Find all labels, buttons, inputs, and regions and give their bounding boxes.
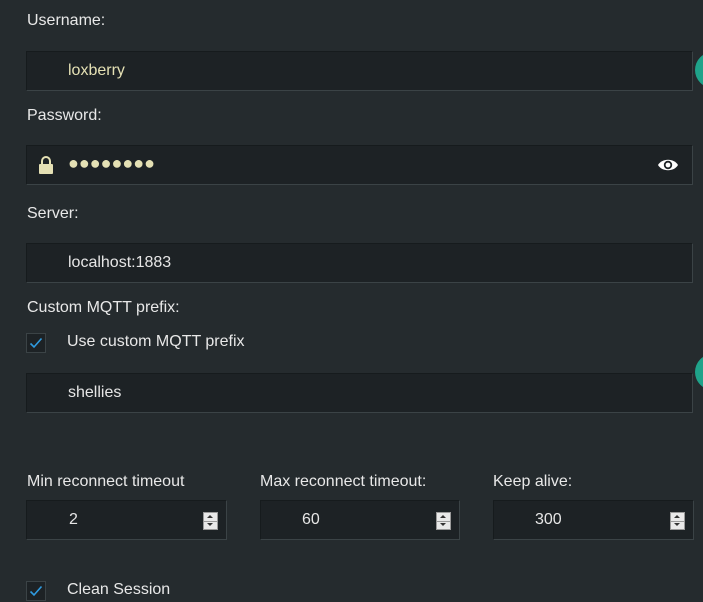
checkmark-icon [29, 337, 43, 349]
server-field[interactable]: localhost:1883 [26, 243, 693, 283]
min-reconnect-label: Min reconnect timeout [27, 473, 185, 490]
keep-alive-stepper[interactable] [670, 512, 685, 530]
username-value: loxberry [68, 62, 125, 79]
max-reconnect-label: Max reconnect timeout: [260, 473, 427, 490]
mqtt-prefix-value: shellies [68, 384, 122, 401]
password-masked-value: ●●●●●●●● [68, 153, 155, 173]
stepper-down-icon[interactable] [671, 521, 684, 529]
clean-session-checkbox[interactable] [26, 581, 46, 601]
use-custom-prefix-label[interactable]: Use custom MQTT prefix [67, 333, 245, 351]
min-reconnect-value: 2 [69, 511, 78, 528]
password-field[interactable]: ●●●●●●●● [26, 145, 693, 185]
use-custom-prefix-checkbox[interactable] [26, 333, 46, 353]
mqtt-settings-form: Username: loxberry Password: ●●●●●●●● Se… [0, 0, 703, 602]
server-label: Server: [27, 205, 79, 222]
clean-session-label[interactable]: Clean Session [67, 581, 170, 599]
keep-alive-label: Keep alive: [493, 473, 573, 490]
stepper-down-icon[interactable] [204, 521, 217, 529]
checkmark-icon [29, 585, 43, 597]
username-label: Username: [27, 12, 106, 29]
scroll-handle-knob[interactable] [695, 52, 703, 88]
eye-icon[interactable] [657, 157, 679, 173]
min-reconnect-input[interactable]: 2 [26, 500, 227, 540]
max-reconnect-stepper[interactable] [436, 512, 451, 530]
min-reconnect-stepper[interactable] [203, 512, 218, 530]
password-label: Password: [27, 107, 102, 124]
server-value: localhost:1883 [68, 254, 172, 271]
lock-icon [38, 155, 54, 175]
username-field[interactable]: loxberry [26, 51, 693, 91]
stepper-down-icon[interactable] [437, 521, 450, 529]
keep-alive-value: 300 [535, 511, 562, 528]
scroll-handle-knob-2[interactable] [695, 354, 703, 390]
mqtt-prefix-label: Custom MQTT prefix: [27, 299, 180, 316]
max-reconnect-value: 60 [302, 511, 320, 528]
mqtt-prefix-field[interactable]: shellies [26, 373, 693, 413]
keep-alive-input[interactable]: 300 [493, 500, 694, 540]
max-reconnect-input[interactable]: 60 [260, 500, 460, 540]
